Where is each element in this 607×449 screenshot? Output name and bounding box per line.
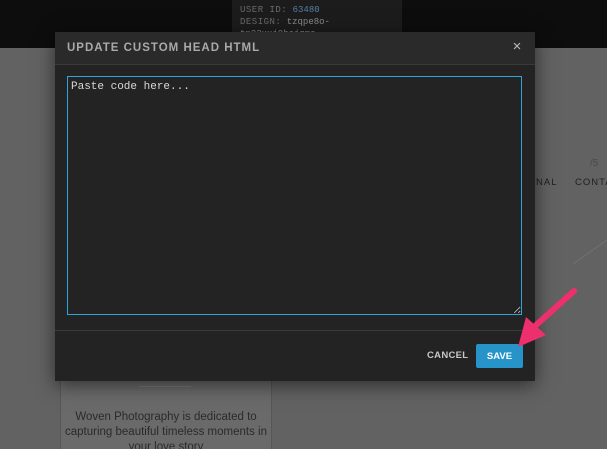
user-id-value: 63480 [292,5,320,15]
nav-item-personal[interactable]: NAL [536,177,557,188]
annotation-arrow-icon [518,288,577,347]
about-paragraph: Woven Photography is dedicated to captur… [65,411,267,449]
about-divider [139,386,191,387]
user-info-panel: USER ID: 63480 DESIGN: tzqpe8o-tp23xxj8h… [232,0,402,39]
nav-mark: /5 [590,158,599,169]
design-label: DESIGN: [240,17,282,27]
dialog-title: UPDATE CUSTOM HEAD HTML [67,42,261,54]
user-id-label: USER ID: [240,5,288,15]
close-icon[interactable]: × [509,38,525,56]
code-input[interactable] [67,76,522,315]
dialog-header: UPDATE CUSTOM HEAD HTML × [55,32,535,65]
nav-item-contact[interactable]: CONTA [575,177,607,188]
custom-head-html-dialog: UPDATE CUSTOM HEAD HTML × CANCEL SAVE [55,32,535,381]
footer-divider [55,330,535,331]
cancel-button[interactable]: CANCEL [427,350,468,361]
